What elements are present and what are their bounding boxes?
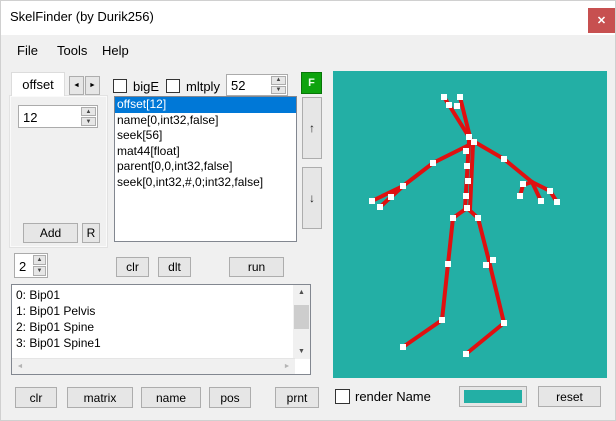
close-button[interactable]: ✕ (588, 8, 615, 33)
index-spinner[interactable]: 2 ▲ ▼ (14, 253, 48, 278)
vertical-scrollbar[interactable]: ▲ ▼ (293, 285, 310, 359)
bigE-checkbox[interactable] (113, 79, 127, 93)
bone-list-item[interactable]: 1: Bip01 Pelvis (13, 303, 292, 319)
matrix-button[interactable]: matrix (67, 387, 133, 408)
window-title: SkelFinder (by Durik256) (10, 9, 154, 24)
clr-fields-label: clr (126, 260, 139, 274)
tab-offset[interactable]: offset (11, 72, 65, 96)
pos-button[interactable]: pos (209, 387, 251, 408)
spin-down-icon[interactable]: ▼ (81, 117, 96, 126)
menu-file[interactable]: File (17, 43, 38, 58)
mltply-label: mltply (186, 79, 220, 94)
spin-up-icon[interactable]: ▲ (81, 107, 96, 116)
field-list[interactable]: offset[12] name[0,int32,false] seek[56] … (114, 96, 297, 242)
arrow-right-icon: ► (89, 82, 96, 89)
color-swatch (464, 390, 522, 403)
clr-fields-button[interactable]: clr (116, 257, 149, 277)
prnt-button[interactable]: prnt (275, 387, 319, 408)
render-name-checkbox[interactable] (335, 389, 350, 404)
r-button-label: R (86, 226, 96, 240)
field-list-item[interactable]: name[0,int32,false] (115, 113, 296, 129)
offset-value: 12 (23, 110, 38, 125)
field-list-item[interactable]: offset[12] (115, 97, 296, 113)
f-button-label: F (308, 77, 315, 89)
reset-button[interactable]: reset (538, 386, 601, 407)
index-spinner-buttons[interactable]: ▲ ▼ (33, 255, 46, 276)
render-name-label: render Name (355, 389, 431, 404)
spin-up-icon[interactable]: ▲ (33, 255, 46, 265)
count-value: 52 (231, 78, 246, 93)
move-down-button[interactable]: ↓ (302, 167, 322, 229)
menu-help[interactable]: Help (102, 43, 129, 58)
bone-list-item[interactable]: 2: Bip01 Spine (13, 319, 292, 335)
count-spinner[interactable]: 52 ▲ ▼ (226, 74, 288, 96)
horizontal-scrollbar[interactable]: ◄ ► (12, 358, 295, 374)
dlt-label: dlt (168, 260, 181, 274)
bone-list[interactable]: 0: Bip01 1: Bip01 Pelvis 2: Bip01 Spine … (11, 284, 311, 375)
field-list-item[interactable]: seek[0,int32,#,0;int32,false] (115, 175, 296, 191)
skeleton-viewport[interactable] (333, 71, 607, 378)
arrow-up-icon: ↑ (309, 121, 315, 135)
menu-bar: File Tools Help (1, 35, 615, 65)
arrow-left-icon: ◄ (73, 82, 80, 89)
clr-button[interactable]: clr (15, 387, 57, 408)
bone-list-item[interactable]: 3: Bip01 Spine1 (13, 335, 292, 351)
offset-spinner-buttons[interactable]: ▲ ▼ (81, 107, 96, 126)
background-color-button[interactable] (459, 386, 527, 407)
scroll-right-icon[interactable]: ► (279, 359, 295, 374)
add-button[interactable]: Add (23, 223, 78, 243)
prnt-label: prnt (286, 390, 308, 405)
bone-list-item[interactable]: 0: Bip01 (13, 287, 292, 303)
close-icon: ✕ (596, 15, 607, 27)
title-bar: SkelFinder (by Durik256) ✕ (1, 1, 615, 35)
name-button[interactable]: name (141, 387, 201, 408)
dlt-button[interactable]: dlt (158, 257, 191, 277)
pos-label: pos (220, 390, 240, 405)
skeleton-drawing (369, 94, 560, 357)
scrollbar-thumb[interactable] (294, 305, 309, 329)
run-label: run (247, 260, 266, 274)
bigE-label: bigE (133, 79, 160, 94)
r-button[interactable]: R (82, 223, 100, 243)
add-button-label: Add (39, 226, 62, 240)
scroll-down-icon[interactable]: ▼ (293, 344, 310, 359)
name-label: name (155, 390, 187, 405)
field-list-item[interactable]: seek[56] (115, 128, 296, 144)
spin-down-icon[interactable]: ▼ (271, 85, 286, 94)
menu-tools[interactable]: Tools (57, 43, 87, 58)
spin-down-icon[interactable]: ▼ (33, 266, 46, 276)
reset-label: reset (556, 389, 583, 404)
tab-offset-label: offset (22, 77, 54, 92)
app-window: SkelFinder (by Durik256) ✕ File Tools He… (0, 0, 616, 421)
move-up-button[interactable]: ↑ (302, 97, 322, 159)
arrow-down-icon: ↓ (309, 191, 315, 205)
scroll-left-icon[interactable]: ◄ (12, 359, 28, 374)
f-button[interactable]: F (301, 72, 322, 94)
run-button[interactable]: run (229, 257, 284, 277)
matrix-label: matrix (83, 390, 117, 405)
tab-scroll-left-button[interactable]: ◄ (69, 76, 84, 95)
count-spinner-buttons[interactable]: ▲ ▼ (271, 76, 286, 94)
field-list-item[interactable]: mat44[float] (115, 144, 296, 160)
clr-label: clr (29, 390, 43, 405)
index-value: 2 (19, 259, 27, 274)
spin-up-icon[interactable]: ▲ (271, 76, 286, 85)
offset-spinner[interactable]: 12 ▲ ▼ (18, 105, 98, 128)
scroll-up-icon[interactable]: ▲ (293, 285, 310, 300)
tab-scroll-right-button[interactable]: ► (85, 76, 100, 95)
field-list-item[interactable]: parent[0,0,int32,false] (115, 159, 296, 175)
mltply-checkbox[interactable] (166, 79, 180, 93)
